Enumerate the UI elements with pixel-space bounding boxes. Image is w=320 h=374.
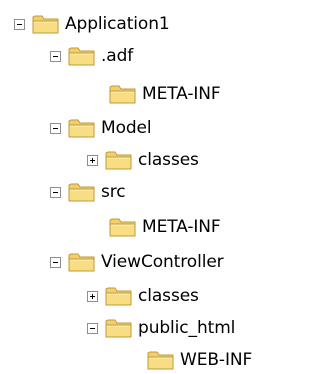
folder-icon: [105, 151, 132, 170]
tree-node-label: WEB-INF: [180, 350, 253, 370]
folder-icon: [105, 319, 132, 338]
expand-toggle-icon[interactable]: [87, 154, 98, 166]
tree-node-src[interactable]: src: [50, 175, 126, 209]
folder-icon: [105, 287, 132, 306]
expand-toggle-icon[interactable]: [87, 290, 98, 302]
tree-node-application1[interactable]: Application1: [14, 7, 170, 41]
folder-tree: Application1 .adf META-INF Model classes…: [0, 0, 285, 374]
tree-node-model-classes[interactable]: classes: [87, 143, 199, 177]
tree-node-viewcontroller-classes[interactable]: classes: [87, 279, 199, 313]
collapse-toggle-icon[interactable]: [14, 18, 25, 30]
folder-icon: [147, 351, 174, 370]
collapse-toggle-icon[interactable]: [87, 322, 98, 334]
tree-node-label: classes: [138, 286, 199, 306]
tree-node-adf-meta-inf[interactable]: META-INF: [109, 77, 221, 111]
folder-icon: [68, 253, 95, 272]
tree-node-label: META-INF: [142, 217, 221, 237]
tree-node-label: Model: [101, 118, 152, 138]
tree-node-label: classes: [138, 150, 199, 170]
tree-node-adf[interactable]: .adf: [50, 39, 133, 73]
folder-icon: [32, 15, 59, 34]
folder-icon: [109, 218, 136, 237]
tree-node-model[interactable]: Model: [50, 111, 152, 145]
tree-node-web-inf[interactable]: WEB-INF: [147, 343, 252, 374]
tree-node-src-meta-inf[interactable]: META-INF: [109, 210, 221, 244]
collapse-toggle-icon[interactable]: [50, 50, 61, 62]
tree-node-public-html[interactable]: public_html: [87, 311, 235, 345]
tree-node-label: .adf: [101, 46, 134, 66]
folder-icon: [109, 85, 136, 104]
tree-node-label: public_html: [138, 318, 236, 338]
collapse-toggle-icon[interactable]: [50, 256, 61, 268]
folder-icon: [68, 47, 95, 66]
collapse-toggle-icon[interactable]: [50, 122, 61, 134]
tree-node-label: Application1: [65, 14, 170, 34]
tree-node-label: ViewController: [101, 252, 224, 272]
collapse-toggle-icon[interactable]: [50, 186, 61, 198]
folder-icon: [68, 119, 95, 138]
folder-icon: [68, 183, 95, 202]
tree-node-label: src: [101, 182, 126, 202]
tree-node-label: META-INF: [142, 84, 221, 104]
tree-node-viewcontroller[interactable]: ViewController: [50, 245, 224, 279]
